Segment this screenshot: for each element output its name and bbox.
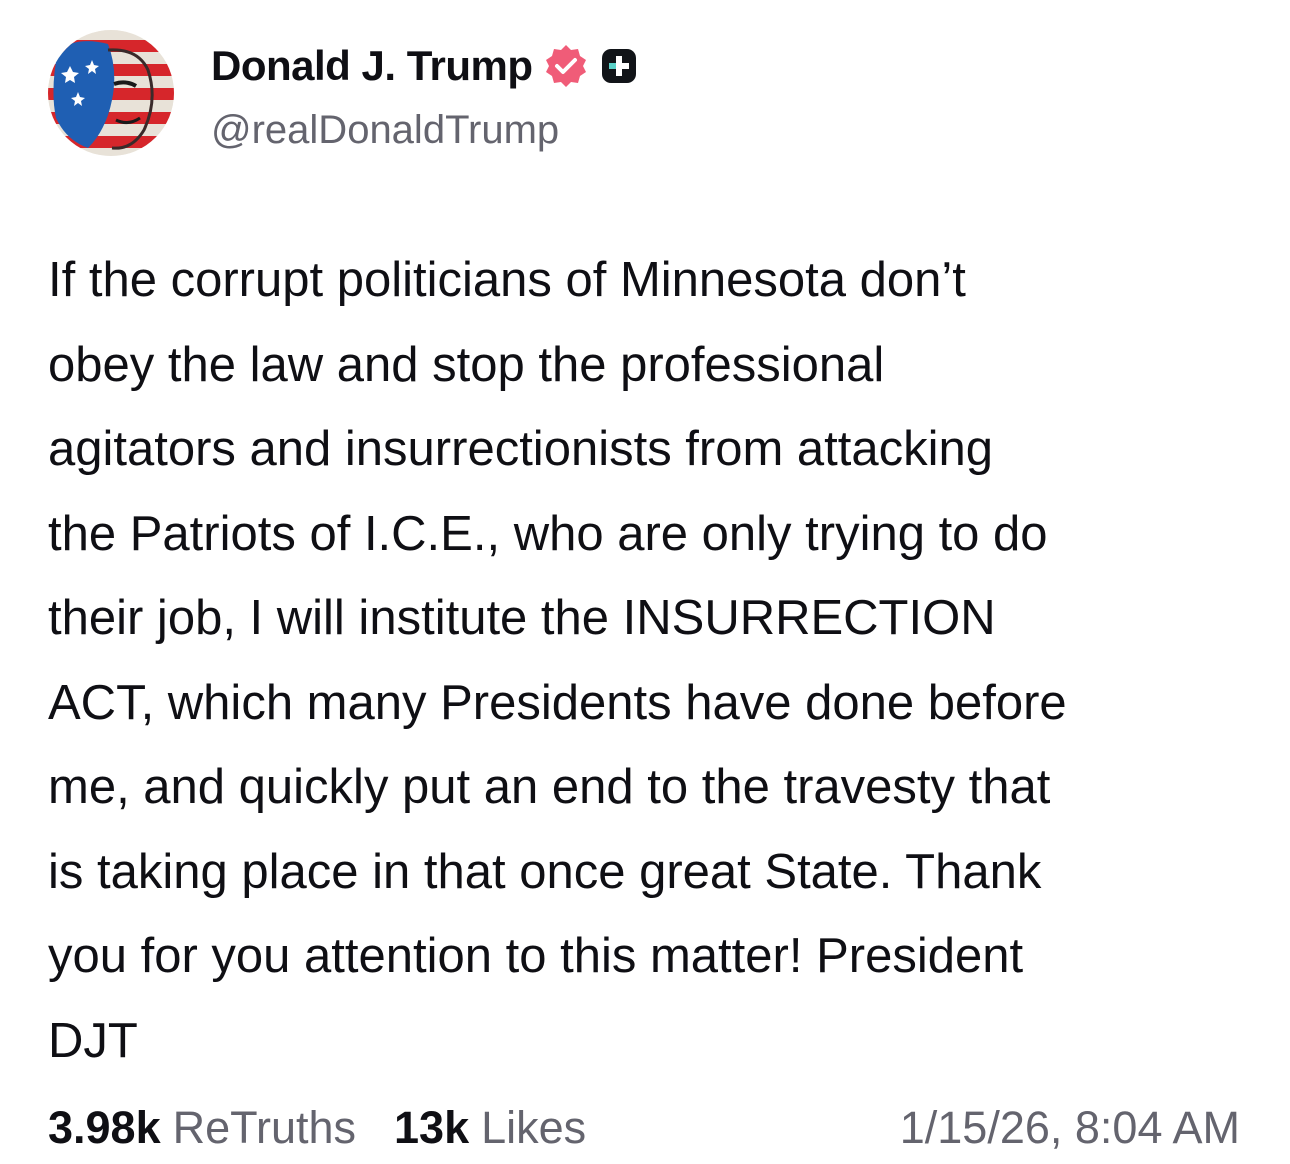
post-footer: 3.98k ReTruths 13k Likes 1/15/26, 8:04 A… (48, 1098, 1240, 1158)
post-header: Donald J. Trump @realDonaldTrump (48, 30, 1248, 160)
avatar[interactable] (48, 30, 174, 156)
author-handle[interactable]: @realDonaldTrump (211, 108, 559, 153)
post-timestamp[interactable]: 1/15/26, 8:04 AM (900, 1102, 1240, 1154)
likes-label: Likes (481, 1102, 587, 1153)
retruths-label: ReTruths (172, 1102, 357, 1153)
likes-count: 13k (394, 1102, 470, 1153)
post-body-text: If the corrupt politicians of Minnesota … (48, 253, 1067, 1068)
retruths-stat[interactable]: 3.98k ReTruths (48, 1102, 356, 1154)
retruths-count: 3.98k (48, 1102, 161, 1153)
author-display-name[interactable]: Donald J. Trump (211, 42, 533, 90)
likes-stat[interactable]: 13k Likes (394, 1102, 586, 1154)
author-name-row: Donald J. Trump (211, 42, 637, 90)
plus-badge-icon (601, 48, 637, 84)
verified-badge-icon (543, 43, 589, 89)
post-card: Donald J. Trump @realDonaldTrump If the … (0, 0, 1290, 1164)
